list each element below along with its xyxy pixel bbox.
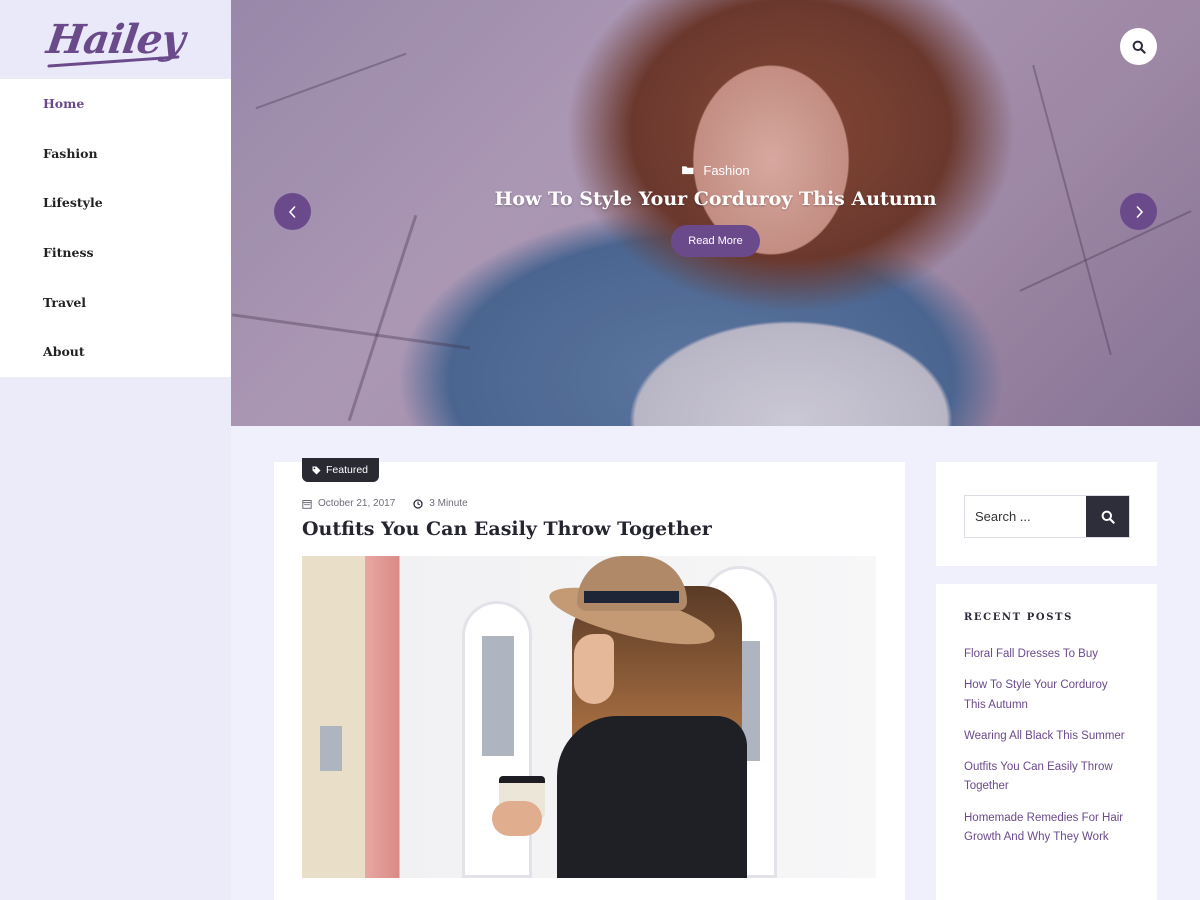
- image-hand: [492, 801, 542, 836]
- image-hat-band: [584, 591, 679, 603]
- recent-posts-title: RECENT POSTS: [964, 612, 1073, 623]
- post-date[interactable]: October 21, 2017: [318, 498, 395, 509]
- read-more-button[interactable]: Read More: [671, 225, 760, 257]
- nav-item-about[interactable]: About: [0, 327, 231, 377]
- image-window: [482, 636, 514, 756]
- post-card: Featured October 21, 2017 3 Minute Outfi…: [274, 458, 905, 900]
- hero-caption: Fashion How To Style Your Corduroy This …: [231, 162, 1200, 257]
- site-logo[interactable]: Hailey: [44, 16, 187, 68]
- search-input[interactable]: [965, 496, 1086, 537]
- hero-category-label: Fashion: [703, 162, 750, 178]
- header-search-button[interactable]: [1120, 28, 1157, 65]
- nav-item-fashion[interactable]: Fashion: [0, 129, 231, 179]
- nav-item-home[interactable]: Home: [0, 79, 231, 129]
- folder-icon: [682, 166, 694, 175]
- image-window: [320, 726, 342, 771]
- post-title[interactable]: Outfits You Can Easily Throw Together: [302, 518, 712, 540]
- post-meta: October 21, 2017 3 Minute: [302, 498, 468, 509]
- search-icon: [1132, 40, 1146, 54]
- hero-title[interactable]: How To Style Your Corduroy This Autumn: [231, 188, 1200, 210]
- image-woman-face: [574, 634, 614, 704]
- featured-tag-label: Featured: [326, 464, 369, 476]
- hero-slider: Fashion How To Style Your Corduroy This …: [231, 0, 1200, 426]
- tag-icon: [312, 466, 321, 474]
- calendar-icon: [302, 499, 312, 509]
- search-widget: [936, 462, 1157, 566]
- recent-post-link[interactable]: Outfits You Can Easily Throw Together: [964, 758, 1129, 797]
- nav-item-travel[interactable]: Travel: [0, 278, 231, 328]
- image-woman-jacket: [557, 716, 747, 878]
- recent-post-link[interactable]: Floral Fall Dresses To Buy: [964, 645, 1129, 665]
- recent-post-link[interactable]: Wearing All Black This Summer: [964, 727, 1129, 747]
- search-submit-button[interactable]: [1086, 496, 1129, 537]
- featured-tag[interactable]: Featured: [302, 458, 380, 482]
- post-featured-image[interactable]: [302, 556, 876, 878]
- search-icon: [1101, 510, 1115, 524]
- clock-icon: [413, 498, 423, 509]
- nav-item-lifestyle[interactable]: Lifestyle: [0, 178, 231, 228]
- nav-item-fitness[interactable]: Fitness: [0, 228, 231, 278]
- hero-category-link[interactable]: Fashion: [681, 162, 750, 178]
- recent-post-link[interactable]: How To Style Your Corduroy This Autumn: [964, 676, 1129, 715]
- left-sidebar: Hailey Home Fashion Lifestyle Fitness Tr…: [0, 0, 231, 900]
- post-read-time: 3 Minute: [429, 498, 468, 509]
- logo-area: Hailey: [0, 0, 231, 79]
- main-nav: Home Fashion Lifestyle Fitness Travel Ab…: [0, 79, 231, 378]
- recent-posts-list: Floral Fall Dresses To Buy How To Style …: [964, 645, 1129, 848]
- recent-posts-widget: RECENT POSTS Floral Fall Dresses To Buy …: [936, 584, 1157, 900]
- recent-post-link[interactable]: Homemade Remedies For Hair Growth And Wh…: [964, 809, 1129, 848]
- search-form: [964, 495, 1130, 538]
